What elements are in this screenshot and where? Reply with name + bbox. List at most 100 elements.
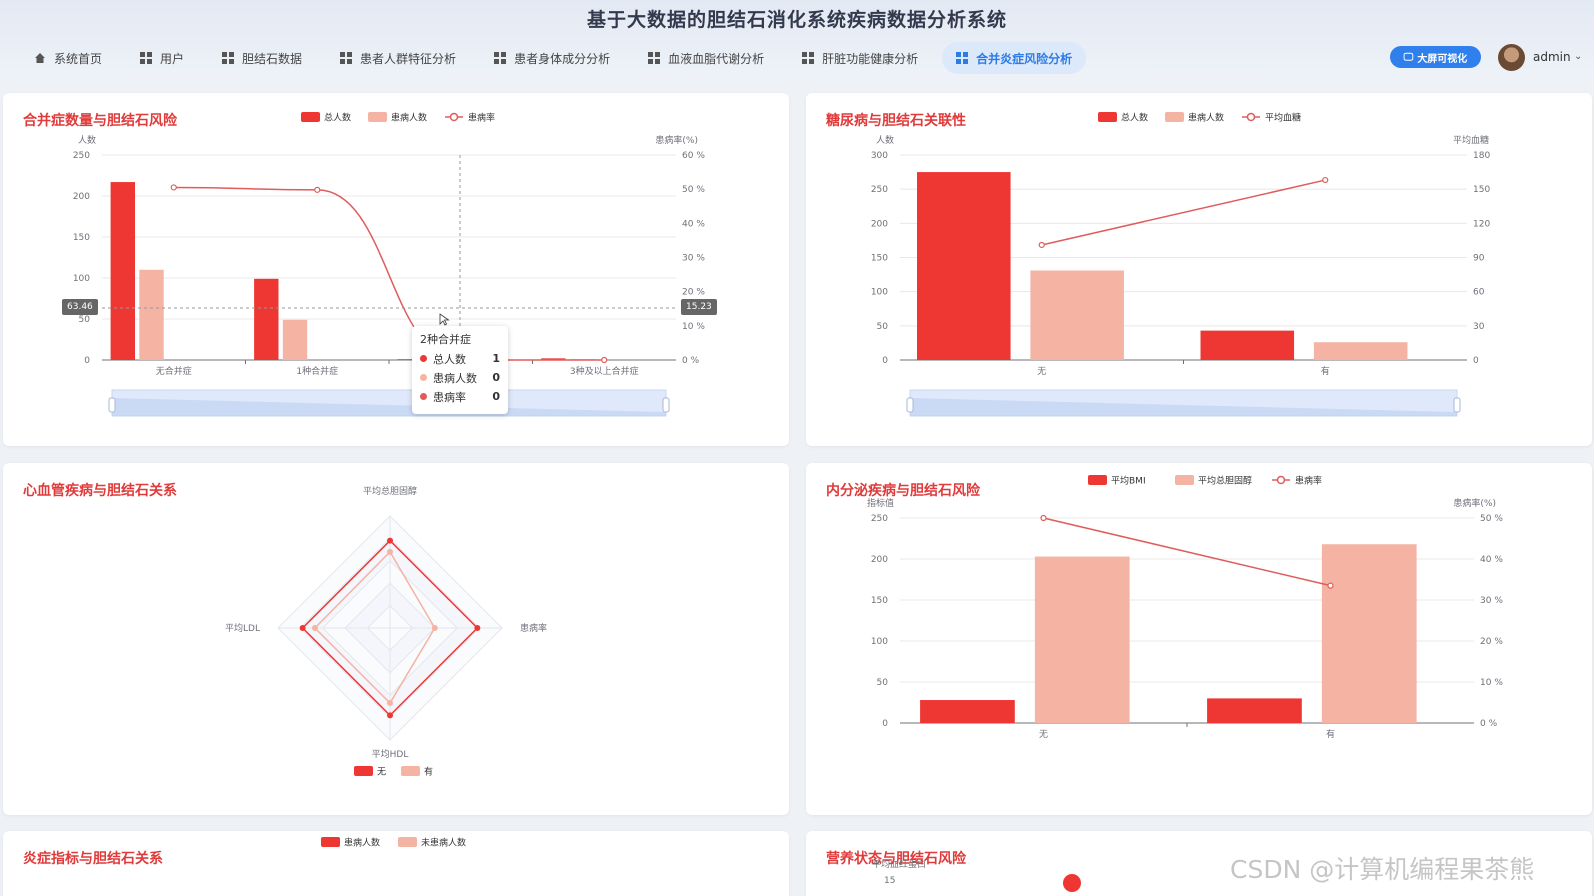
nav-item-3[interactable]: 患者人群特征分析	[326, 42, 470, 74]
series-line	[173, 186, 605, 361]
y-tick-label: 250	[871, 514, 888, 524]
legend-item[interactable]: 患病率	[1272, 475, 1322, 487]
legend-item[interactable]: 患病人数	[1165, 112, 1224, 124]
y2-tick-label: 0 %	[1480, 719, 1498, 729]
axis-pointer-right-label: 15.23	[681, 299, 717, 315]
bar	[1030, 270, 1124, 360]
legend-item[interactable]: 患病人数	[321, 837, 380, 849]
legend-label: 患病人数	[391, 112, 427, 124]
y2-tick-label: 30 %	[1480, 596, 1503, 606]
chart-cardiovascular-radar[interactable]: 平均总胆固醇患病率平均HDL 平均LDL 无 有	[3, 463, 789, 815]
radar-point	[387, 700, 393, 707]
y-tick-label: 200	[871, 219, 888, 229]
y-tick-label: 50	[79, 315, 91, 325]
legend-item[interactable]: 患病人数	[368, 112, 427, 124]
nav-item-label: 血液血脂代谢分析	[668, 51, 765, 66]
legend-item[interactable]: 平均BMI	[1088, 475, 1146, 487]
y2-axis-label: 患病率(%)	[1453, 497, 1496, 509]
y-tick-label: 100	[871, 637, 888, 647]
nav-item-1[interactable]: 用户	[126, 42, 198, 74]
datazoom-handle-right	[1453, 397, 1461, 413]
y2-tick-label: 60 %	[682, 151, 705, 161]
radar-point	[311, 625, 318, 631]
nav-item-6[interactable]: 肝脏功能健康分析	[788, 42, 932, 74]
nav-item-2[interactable]: 胆结石数据	[208, 42, 316, 74]
bar	[282, 319, 308, 360]
nav-item-label: 合并炎症风险分析	[976, 51, 1073, 66]
tooltip-label: 患病人数	[433, 371, 477, 385]
chart-tooltip: 2种合并症 总人数 1 患病人数 0 患病率 0	[412, 326, 508, 414]
nav-item-4[interactable]: 患者身体成分分析	[480, 42, 624, 74]
y2-tick-label: 50 %	[1480, 514, 1503, 524]
nav-item-label: 系统首页	[54, 51, 103, 66]
radar-indicator-label: 患病率	[520, 622, 547, 634]
x-tick-label: 无合并症	[156, 365, 192, 377]
user-name[interactable]: admin	[1533, 50, 1571, 64]
y-axis-label: 人数	[876, 134, 894, 146]
legend-item[interactable]: 总人数	[301, 112, 351, 124]
chart-inflammation[interactable]: 患病人数 未患病人数	[3, 831, 789, 896]
y-tick-label: 200	[73, 192, 90, 202]
chevron-down-icon[interactable]: ⌄	[1574, 51, 1582, 62]
y2-tick-label: 50 %	[682, 185, 705, 195]
radar-point	[474, 625, 481, 631]
legend-label: 未患病人数	[421, 837, 466, 849]
legend-label: 总人数	[1121, 112, 1148, 124]
chart-diabetes[interactable]: 总人数 患病人数 平均血糖人数 平均血糖05010015020025030003060…	[806, 93, 1592, 446]
card-endocrine: 内分泌疾病与胆结石风险 平均BMI 平均总胆固醇 患病率 指标值 患病率(%) 0 50 10…	[806, 463, 1592, 815]
legend-item[interactable]: 未患病人数	[398, 837, 466, 849]
nav-item-7[interactable]: 合并炎症风险分析	[942, 42, 1087, 74]
y2-tick-label: 40 %	[682, 219, 705, 229]
tooltip-value: 1	[492, 352, 500, 365]
x-tick-label: 有	[1326, 728, 1335, 740]
y2-tick-label: 180	[1473, 151, 1490, 161]
series-dot	[420, 355, 427, 362]
chart-endocrine[interactable]: 平均BMI 平均总胆固醇 患病率指标值 患病率(%) 0 50 100 150 200 250 0 …	[806, 463, 1592, 815]
y2-tick-label: 90	[1473, 254, 1485, 264]
legend-item[interactable]: 无	[354, 766, 386, 778]
x-tick-label: 无	[1037, 366, 1046, 377]
y-tick-label: 100	[871, 288, 888, 298]
legend-label: 患病率	[1295, 475, 1322, 487]
avatar[interactable]	[1498, 44, 1525, 71]
nav-item-5[interactable]: 血液血脂代谢分析	[634, 42, 778, 74]
big-screen-label: 大屏可视化	[1417, 53, 1468, 65]
y-axis-label: 指标值	[867, 497, 894, 509]
bar	[1207, 698, 1302, 723]
app-title: 基于大数据的胆结石消化系统疾病数据分析系统	[586, 9, 1007, 31]
nav-item-label: 患者身体成分分析	[514, 51, 611, 66]
bar	[110, 182, 136, 360]
legend-item[interactable]: 平均总胆固醇	[1175, 475, 1252, 487]
y-tick-label: 0	[882, 719, 888, 729]
radar-indicator-label: 平均HDL	[372, 748, 409, 760]
tooltip-row: 患病率 0	[420, 387, 500, 406]
legend-item[interactable]: 平均血糖	[1242, 112, 1301, 124]
legend-label: 平均血糖	[1265, 112, 1301, 124]
y2-tick-label: 30	[1473, 322, 1485, 332]
legend-label: 患病人数	[1188, 112, 1224, 124]
line-point	[170, 184, 177, 191]
big-screen-button[interactable]: 🖵 大屏可视化	[1390, 46, 1481, 68]
legend-item[interactable]: 患病率	[445, 112, 495, 124]
y2-tick-label: 0 %	[682, 356, 700, 366]
nav-item-0[interactable]: 系统首页	[20, 42, 116, 74]
tooltip-value: 0	[492, 390, 500, 403]
cursor-icon	[439, 313, 450, 326]
chart-comorbidity[interactable]: 总人数 患病人数 患病率人数 患病率(%)0501001502002500 %10 %…	[3, 93, 789, 446]
card-cardiovascular: 心血管疾病与胆结石关系 平均总胆固醇 患病率 平均HDL 平均LDL 无有	[3, 463, 789, 815]
legend-label: 平均总胆固醇	[1198, 475, 1252, 487]
card-diabetes: 糖尿病与胆结石关联性 总人数 患病人数 平均血糖 人数 平均血糖 0 50 100 150 200…	[806, 93, 1592, 446]
legend-item[interactable]: 总人数	[1098, 112, 1148, 124]
radar-point	[299, 625, 306, 631]
y-axis-label: 人数	[78, 134, 96, 146]
radar-point	[387, 712, 393, 719]
bar	[1034, 556, 1130, 723]
monitor-icon: 🖵	[1403, 51, 1414, 63]
legend-label: 总人数	[324, 112, 351, 124]
legend-item[interactable]: 有	[401, 766, 433, 778]
line-point	[601, 356, 608, 364]
grid-icon	[140, 52, 153, 64]
line-point	[314, 186, 321, 193]
main-nav: 系统首页 用户 胆结石数据 患者人群特征分析 患者身体成分分析 血液血脂代谢分析 肝脏功能健…	[20, 42, 1096, 74]
tooltip-title: 2种合并症	[420, 333, 471, 346]
